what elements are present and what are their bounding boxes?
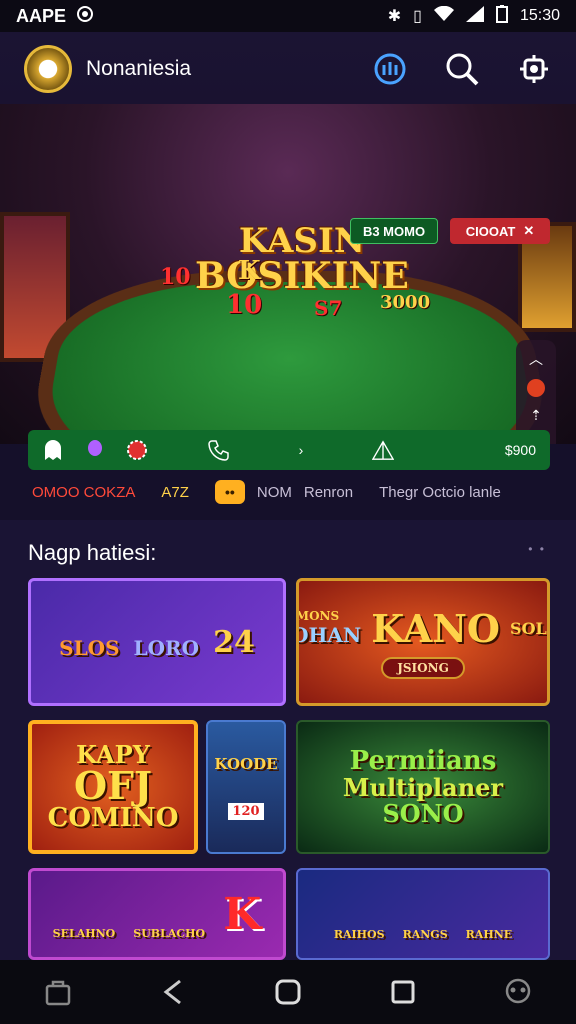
game-card[interactable]: RAIHOS RANGS RAHNE — [296, 868, 550, 960]
settings-button[interactable] — [516, 51, 552, 87]
hero-green-label: B3 MOMO — [362, 223, 426, 239]
signal-icon — [465, 5, 484, 27]
tent-icon[interactable] — [372, 439, 394, 461]
status-bar: AAPE ✱ ▯ 15:30 — [0, 0, 576, 32]
game-card-label: RAIHOS — [333, 927, 385, 941]
app-bar: Nonaniesia — [0, 32, 576, 106]
game-card-label: OFJ — [73, 763, 153, 808]
game-card-label: Permiians — [349, 746, 497, 777]
game-card-label: 24 — [213, 624, 255, 660]
ghost-icon[interactable] — [42, 439, 64, 461]
battery-icon — [495, 4, 508, 28]
game-card[interactable]: Permiians Multiplaner SONO — [296, 720, 550, 854]
game-card-label: SUBLACHO — [133, 926, 206, 940]
back-button[interactable] — [153, 972, 193, 1012]
game-card-label: LORO — [133, 635, 200, 660]
side-rail: ︿ ⇡ — [516, 340, 556, 444]
game-card[interactable]: SLOS LORO 24 — [28, 578, 286, 706]
filter-icon — [374, 53, 406, 85]
filter-button[interactable] — [372, 51, 408, 87]
game-card-label: DOHAN — [299, 623, 362, 647]
game-card-label: SOLOS — [510, 618, 547, 638]
wifi-icon — [433, 5, 454, 27]
table-label: S7 — [314, 296, 343, 320]
app-title: Nonaniesia — [86, 57, 192, 80]
game-card-label: Multiplaner — [342, 773, 504, 803]
more-dots-icon[interactable]: • • — [528, 542, 546, 556]
chip-icon[interactable] — [527, 378, 545, 397]
game-card-label: COMINO — [47, 803, 179, 833]
system-nav-bar — [0, 960, 576, 1024]
carrier-label: AAPE — [16, 5, 67, 26]
ticker-item[interactable]: A7Z — [161, 484, 189, 501]
close-icon[interactable]: ✕ — [523, 223, 534, 239]
game-card[interactable]: KAPY OFJ COMINO — [28, 720, 198, 854]
table-label: 3000 — [380, 292, 431, 313]
game-card[interactable]: SELAHNO SUBLACHO K — [28, 868, 286, 960]
phone-icon[interactable] — [208, 439, 230, 461]
game-card-label: SONO — [382, 798, 464, 828]
recents-button[interactable] — [383, 972, 423, 1012]
arrow-up-icon[interactable]: ⇡ — [530, 407, 542, 424]
vibrate-icon: ▯ — [413, 8, 422, 25]
search-icon — [446, 53, 479, 86]
balance-value: $900 — [504, 442, 536, 458]
game-card-label: KOODE — [214, 754, 278, 773]
profile-button[interactable] — [498, 972, 538, 1012]
section-title: Nagp hatiesi: — [28, 540, 157, 565]
game-card-label: RANGS — [402, 927, 448, 941]
ticker-item[interactable]: OMOO COKZA — [32, 484, 135, 501]
chevron-up-icon[interactable]: ︿ — [529, 349, 543, 369]
news-ticker: OMOO COKZA A7Z •• NOM Renron Thegr Octci… — [32, 478, 544, 506]
game-card-label: 120 — [228, 802, 264, 820]
table-label: K — [238, 256, 261, 286]
search-button[interactable] — [444, 51, 480, 87]
coin-badge: •• — [214, 480, 245, 504]
bluetooth-icon: ✱ — [387, 8, 402, 25]
hero-red-button[interactable]: CIOOAT ✕ — [450, 218, 550, 244]
hero-green-button[interactable]: B3 MOMO — [350, 218, 438, 244]
ticker-item[interactable]: NOM — [257, 484, 292, 501]
hero-banner[interactable]: KASIN BOSIKINE B3 MOMO CIOOAT ✕ 10 K 10 … — [0, 104, 576, 444]
sync-icon — [76, 5, 94, 28]
clock: 15:30 — [519, 7, 560, 24]
game-card-label: SLOS — [59, 635, 120, 660]
game-card-label: K — [223, 888, 262, 940]
game-card[interactable]: KOODE 120 — [206, 720, 286, 854]
quick-actions-bar: › $900 — [28, 430, 550, 470]
hero-red-label: CIOOAT — [465, 223, 516, 239]
profile-icon — [506, 978, 531, 1004]
bag-button[interactable] — [38, 972, 78, 1012]
game-card[interactable]: MONS DOHAN KANO SOLOS JSIONG — [296, 578, 550, 706]
recents-icon — [391, 980, 415, 1004]
ticker-item[interactable]: Thegr Octcio lanle — [379, 484, 501, 501]
games-section: Nagp hatiesi: • • SLOS LORO 24 MONS DOHA… — [0, 520, 576, 960]
ticker-item[interactable]: Renron — [304, 484, 353, 501]
app-logo[interactable] — [24, 45, 72, 93]
game-card-label: MONS — [296, 609, 340, 623]
hero-title-line2: BOSIKINE — [195, 255, 409, 297]
game-card-label: JSIONG — [381, 656, 465, 679]
back-icon — [163, 979, 181, 1005]
chips-icon[interactable] — [126, 439, 148, 461]
home-icon — [275, 979, 301, 1005]
game-card-label: SELAHNO — [52, 926, 116, 940]
chevron-right-icon[interactable]: › — [290, 439, 312, 461]
game-card-label: KANO — [371, 605, 501, 651]
game-card-label: RAHNE — [465, 927, 513, 941]
balloon-icon[interactable] — [84, 439, 106, 461]
gear-icon — [520, 55, 548, 83]
home-button[interactable] — [268, 972, 308, 1012]
table-label: 10 — [160, 264, 191, 290]
table-label: 10 — [226, 290, 263, 320]
bag-icon — [45, 980, 70, 1006]
